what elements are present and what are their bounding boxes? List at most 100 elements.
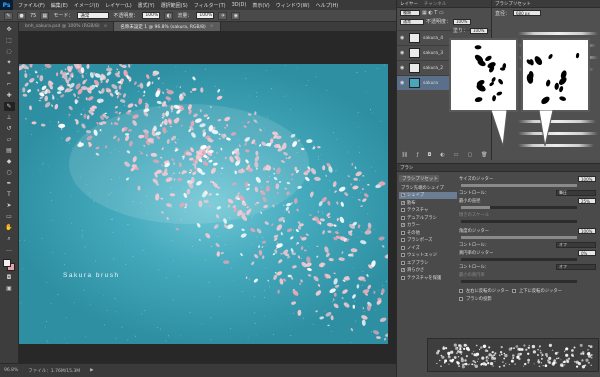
filter-icon[interactable]: ▦ ◐ T ▭ (422, 10, 444, 16)
brush-setting-item[interactable]: テクスチャ (399, 207, 457, 215)
size-control-select[interactable]: 筆圧 (556, 190, 596, 196)
more-tools-icon[interactable]: … (4, 245, 15, 254)
flip-y-checkbox[interactable] (511, 289, 516, 293)
crop-tool-icon[interactable]: ⌗ (4, 69, 15, 78)
tab-untitled-1[interactable]: 名称未設定 1 @ 96.8% (sakura, RGB/8) × (114, 22, 221, 31)
brush-tool-icon[interactable]: ✎ (3, 102, 15, 111)
brush-setting-item[interactable]: ウェットエッジ (399, 252, 457, 260)
marquee-tool-icon[interactable]: ⬚ (4, 36, 15, 45)
type-tool-icon[interactable]: T (4, 190, 15, 199)
history-brush-tool-icon[interactable]: ↺ (4, 124, 15, 133)
flip-x-checkbox[interactable] (459, 289, 463, 293)
blur-tool-icon[interactable]: ◆ (4, 157, 15, 166)
quick-mask-icon[interactable]: ◘ (4, 273, 15, 282)
setting-checkbox[interactable] (401, 215, 405, 220)
menu-edit[interactable]: 編集(E) (51, 2, 68, 9)
flow-input[interactable]: 100% (196, 12, 215, 19)
brush-setting-item[interactable]: その他 (399, 229, 457, 237)
brush-panel-toggle-icon[interactable]: ▦ (40, 11, 50, 20)
layer-kind-filter[interactable]: 種類 (400, 10, 420, 16)
menu-type[interactable]: 書式(Y) (138, 2, 155, 9)
trash-icon[interactable]: 🗑 (481, 152, 487, 158)
setting-checkbox[interactable] (401, 230, 405, 235)
lasso-tool-icon[interactable]: ◌ (4, 47, 15, 56)
setting-checkbox[interactable] (401, 238, 405, 243)
roundness-jitter-input[interactable]: 0% (578, 250, 596, 256)
layer-opacity-input[interactable]: 100% (453, 18, 472, 25)
blend-mode-select[interactable]: 通常 (400, 18, 424, 25)
zoom-tool-icon[interactable]: ⌕ (4, 234, 15, 243)
brush-setting-item[interactable]: エアブラシ (399, 259, 457, 267)
brush-setting-item[interactable]: ✓ 散布 (399, 199, 457, 207)
visibility-eye-icon[interactable]: ◉ (400, 65, 406, 71)
brush-tool-icon[interactable]: ✎ (4, 11, 13, 20)
group-icon[interactable]: ▭ (454, 152, 459, 158)
menu-image[interactable]: イメージ(I) (74, 2, 99, 9)
min-diameter-input[interactable]: 25% (578, 198, 596, 204)
mode-select[interactable]: 通常 (77, 12, 110, 19)
setting-checkbox[interactable]: ✓ (401, 223, 405, 228)
dodge-tool-icon[interactable]: ○ (4, 168, 15, 177)
projection-checkbox[interactable] (459, 297, 463, 301)
menu-3d[interactable]: 3D(D) (232, 2, 247, 9)
brush-setting-item[interactable]: ✓ シェイプ (399, 191, 457, 199)
visibility-eye-icon[interactable]: ◉ (400, 50, 406, 56)
fx-icon[interactable]: ƒ (417, 152, 419, 158)
angle-jitter-slider[interactable] (461, 236, 577, 239)
brush-setting-item[interactable]: ブラシポーズ (399, 237, 457, 245)
pressure-opacity-icon[interactable]: ◐ (164, 11, 174, 20)
angle-jitter-input[interactable]: 100% (578, 228, 596, 234)
menu-help[interactable]: ヘルプ(H) (316, 2, 339, 9)
setting-checkbox[interactable]: ✓ (401, 193, 405, 198)
setting-checkbox[interactable] (401, 253, 405, 258)
zoom-level[interactable]: 96.8% (4, 368, 18, 373)
foreground-color-swatch[interactable] (3, 259, 11, 267)
menu-file[interactable]: ファイル(F) (18, 2, 45, 9)
brush-diameter-input[interactable]: 680 px (513, 10, 542, 16)
close-icon[interactable]: × (210, 24, 214, 29)
brush-setting-item[interactable]: テクスチャを保護 (399, 274, 457, 282)
menu-window[interactable]: ウィンドウ(W) (276, 2, 310, 9)
hand-tool-icon[interactable]: ✋ (4, 223, 15, 232)
setting-checkbox[interactable] (401, 208, 405, 213)
link-icon[interactable]: ⛓ (401, 152, 407, 158)
setting-checkbox[interactable] (401, 245, 405, 250)
brush-setting-item[interactable]: ✓ カラー (399, 222, 457, 230)
visibility-eye-icon[interactable]: ◉ (400, 80, 406, 86)
adjustment-icon[interactable]: ◐ (440, 152, 444, 158)
brush-preset-picker[interactable]: ● (17, 11, 26, 20)
roundness-control-select[interactable]: オフ (556, 264, 596, 270)
menu-layer[interactable]: レイヤー(L) (105, 2, 132, 9)
pressure-size-icon[interactable]: ◉ (231, 11, 241, 20)
layer-fill-input[interactable]: 100% (470, 27, 488, 34)
close-icon[interactable]: × (104, 24, 108, 29)
brush-setting-item[interactable]: ノイズ (399, 244, 457, 252)
shape-tool-icon[interactable]: ▭ (4, 212, 15, 221)
brush-setting-item[interactable]: ✓ 滑らかさ (399, 267, 457, 275)
tab-layers[interactable]: レイヤー (400, 1, 418, 7)
menu-select[interactable]: 選択範囲(S) (161, 2, 188, 9)
brush-stroke-preview[interactable] (518, 32, 598, 35)
quick-select-tool-icon[interactable]: ✦ (4, 58, 15, 67)
status-arrow-icon[interactable]: ▶ (90, 368, 93, 373)
roundness-jitter-slider[interactable] (461, 258, 577, 261)
setting-checkbox[interactable]: ✓ (401, 200, 405, 205)
tilt-scale-slider[interactable] (461, 220, 577, 223)
document-canvas[interactable]: Sakura brush (19, 64, 388, 344)
airbrush-icon[interactable]: ✈ (218, 11, 228, 20)
gradient-tool-icon[interactable]: ▤ (4, 146, 15, 155)
opacity-input[interactable]: 100% (142, 12, 161, 19)
mask-icon[interactable]: ◘ (428, 152, 432, 158)
angle-control-select[interactable]: オフ (556, 242, 596, 248)
size-jitter-slider[interactable] (461, 184, 577, 187)
eyedropper-tool-icon[interactable]: ⌐ (4, 80, 15, 89)
tab-brush-presets[interactable]: ブラシプリセット (495, 1, 531, 7)
pen-tool-icon[interactable]: ✒ (4, 179, 15, 188)
brush-presets-button[interactable]: ブラシプリセット (399, 175, 439, 182)
canvas-area[interactable]: Sakura brush (19, 31, 396, 363)
color-swatches[interactable] (3, 259, 15, 271)
tab-channels[interactable]: チャンネル (424, 1, 446, 7)
screen-mode-icon[interactable]: ▣ (4, 284, 15, 293)
brush-tip-shape-item[interactable]: ブラシ先端のシェイプ (399, 184, 457, 192)
min-roundness-slider[interactable] (461, 280, 577, 283)
